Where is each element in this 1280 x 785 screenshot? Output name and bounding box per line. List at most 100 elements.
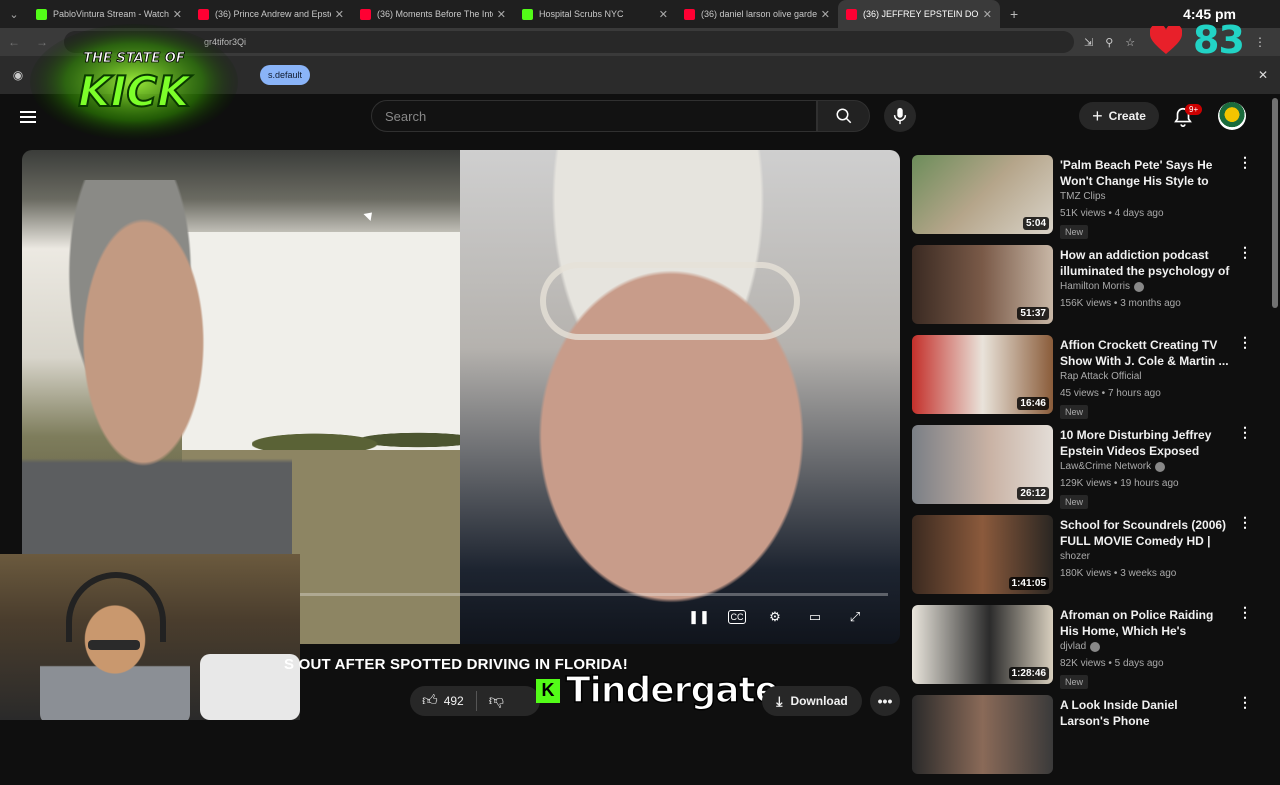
- tab-close-icon[interactable]: ✕: [335, 8, 344, 21]
- scrollbar[interactable]: [1272, 98, 1278, 308]
- kick-k-icon: K: [536, 678, 560, 703]
- channel-label: shozer: [1060, 551, 1091, 562]
- video-thumbnail[interactable]: 51:37: [912, 245, 1053, 324]
- tab-search-icon[interactable]: ⌄: [0, 0, 28, 28]
- bookmark-star-icon[interactable]: ☆: [1125, 36, 1135, 49]
- search-button[interactable]: [817, 100, 870, 132]
- recommendation-item[interactable]: 26:12 10 More Disturbing Jeffrey Epstein …: [912, 425, 1268, 511]
- duration-badge: 5:04: [1022, 217, 1049, 230]
- kebab-menu-icon[interactable]: ⋮: [1238, 245, 1252, 259]
- download-button[interactable]: ⤓ Download: [762, 686, 862, 716]
- download-label: Download: [790, 694, 848, 708]
- channel-label: Rap Attack Official: [1060, 371, 1142, 382]
- like-dislike-group: 👍︎ 492 👎︎: [410, 686, 540, 716]
- tab-title: (36) Moments Before The Inter: [377, 9, 493, 19]
- channel-label: TMZ Clips: [1060, 191, 1106, 202]
- kebab-menu-icon[interactable]: ⋮: [1238, 695, 1252, 709]
- recommendation-item[interactable]: 1:41:05 School for Scoundrels (2006) FULL…: [912, 515, 1268, 601]
- tab-title: (36) daniel larson olive garden: [701, 9, 817, 19]
- recommendation-title[interactable]: 10 More Disturbing Jeffrey Epstein Video…: [1060, 427, 1230, 459]
- kebab-menu-icon[interactable]: ⋮: [1238, 605, 1252, 619]
- tab-title: (36) Prince Andrew and Epstein: [215, 9, 331, 19]
- profile-chip[interactable]: s.default: [260, 65, 311, 85]
- voice-search-button[interactable]: [884, 100, 916, 132]
- video-thumbnail[interactable]: 1:41:05: [912, 515, 1053, 594]
- channel-label: Hamilton Morris: [1060, 281, 1131, 292]
- kebab-menu-icon[interactable]: ⋮: [1238, 155, 1252, 169]
- channel-name[interactable]: Hamilton Morris: [1060, 281, 1145, 292]
- back-icon[interactable]: ←: [0, 35, 28, 49]
- like-count[interactable]: 492: [444, 694, 464, 708]
- view-meta: 51K views • 4 days ago: [1060, 208, 1164, 219]
- browser-tab[interactable]: Hospital Scrubs NYC ✕: [514, 0, 676, 28]
- tab-favicon-icon: [360, 8, 371, 20]
- recommendation-item[interactable]: A Look Inside Daniel Larson's Phone ⋮: [912, 695, 1268, 781]
- account-avatar[interactable]: [1218, 102, 1246, 130]
- channel-name[interactable]: TMZ Clips: [1060, 191, 1106, 202]
- recommendation-title[interactable]: Afroman on Police Raiding His Home, Whic…: [1060, 607, 1230, 639]
- channel-label: djvlad: [1060, 641, 1087, 652]
- video-thumbnail[interactable]: 5:04: [912, 155, 1053, 234]
- tab-close-icon[interactable]: ✕: [497, 8, 506, 21]
- install-icon[interactable]: ⇲: [1084, 36, 1093, 49]
- recommendation-item[interactable]: 5:04 'Palm Beach Pete' Says He Won't Chan…: [912, 155, 1268, 241]
- thumbs-down-icon[interactable]: 👎︎: [489, 692, 504, 710]
- recommendations-list: 5:04 'Palm Beach Pete' Says He Won't Chan…: [912, 155, 1268, 785]
- tab-close-icon[interactable]: ✕: [821, 8, 830, 21]
- browser-menu-icon[interactable]: ⋮: [1246, 35, 1274, 49]
- captions-icon[interactable]: CC: [728, 610, 746, 624]
- browser-tab[interactable]: (36) Moments Before The Inter ✕: [352, 0, 514, 28]
- view-meta: 129K views • 19 hours ago: [1060, 478, 1179, 489]
- tab-close-icon[interactable]: ✕: [173, 8, 182, 21]
- tab-title: (36) JEFFREY EPSTEIN DOUBLE: [863, 9, 979, 19]
- recommendation-title[interactable]: School for Scoundrels (2006) FULL MOVIE …: [1060, 517, 1230, 549]
- kebab-menu-icon[interactable]: ⋮: [1238, 335, 1252, 349]
- kebab-menu-icon[interactable]: ⋮: [1238, 515, 1252, 529]
- theater-mode-icon[interactable]: ▭: [804, 606, 826, 628]
- zoom-icon[interactable]: ⚲: [1105, 36, 1113, 49]
- verified-check-icon: [1090, 641, 1101, 652]
- close-icon[interactable]: ✕: [1258, 68, 1268, 82]
- create-button[interactable]: + Create: [1079, 102, 1159, 130]
- recommendation-item[interactable]: 16:46 Affion Crockett Creating TV Show Wi…: [912, 335, 1268, 421]
- more-actions-button[interactable]: •••: [870, 686, 900, 716]
- verified-check-icon: [1134, 281, 1145, 292]
- new-tab-button[interactable]: +: [1000, 6, 1028, 22]
- browser-tab[interactable]: (36) JEFFREY EPSTEIN DOUBLE ✕: [838, 0, 1000, 28]
- pause-icon[interactable]: ❚❚: [688, 606, 710, 628]
- new-badge: New: [1060, 495, 1089, 509]
- tab-close-icon[interactable]: ✕: [983, 8, 992, 21]
- logo-subtitle-text: THE STATE OF: [83, 51, 185, 66]
- recommendation-title[interactable]: How an addiction podcast illuminated the…: [1060, 247, 1230, 279]
- recommendation-title[interactable]: 'Palm Beach Pete' Says He Won't Change H…: [1060, 157, 1230, 189]
- channel-name[interactable]: shozer: [1060, 551, 1090, 562]
- browser-tab[interactable]: (36) daniel larson olive garden ✕: [676, 0, 838, 28]
- recommendation-item[interactable]: 51:37 How an addiction podcast illuminate…: [912, 245, 1268, 331]
- channel-name[interactable]: Rap Attack Official: [1060, 371, 1142, 382]
- recommendation-title[interactable]: Affion Crockett Creating TV Show With J.…: [1060, 337, 1230, 369]
- headset-icon: [66, 572, 166, 642]
- channel-name[interactable]: djvlad: [1060, 641, 1101, 652]
- view-meta: 45 views • 7 hours ago: [1060, 388, 1161, 399]
- recommendation-item[interactable]: 1:28:46 Afroman on Police Raiding His Hom…: [912, 605, 1268, 691]
- tab-favicon-icon: [198, 8, 209, 20]
- duration-badge: 1:41:05: [1008, 577, 1049, 590]
- video-thumbnail[interactable]: 16:46: [912, 335, 1053, 414]
- view-meta: 156K views • 3 months ago: [1060, 298, 1181, 309]
- search-input[interactable]: Search: [371, 100, 817, 132]
- video-thumbnail[interactable]: 1:28:46: [912, 605, 1053, 684]
- recommendation-title[interactable]: A Look Inside Daniel Larson's Phone: [1060, 697, 1230, 729]
- channel-name[interactable]: Law&Crime Network: [1060, 461, 1166, 472]
- video-thumbnail[interactable]: 26:12: [912, 425, 1053, 504]
- search-icon: [836, 108, 851, 124]
- settings-gear-icon[interactable]: ⚙: [764, 606, 786, 628]
- thumbs-up-icon[interactable]: 👍︎: [422, 692, 438, 710]
- fullscreen-icon[interactable]: ⤢: [844, 606, 866, 628]
- tab-close-icon[interactable]: ✕: [659, 8, 668, 21]
- verified-check-icon: [1155, 461, 1166, 472]
- logo-main-text: KICK: [78, 67, 193, 116]
- duration-badge: 51:37: [1017, 307, 1049, 320]
- video-thumbnail[interactable]: [912, 695, 1053, 774]
- duration-badge: 26:12: [1017, 487, 1049, 500]
- kebab-menu-icon[interactable]: ⋮: [1238, 425, 1252, 439]
